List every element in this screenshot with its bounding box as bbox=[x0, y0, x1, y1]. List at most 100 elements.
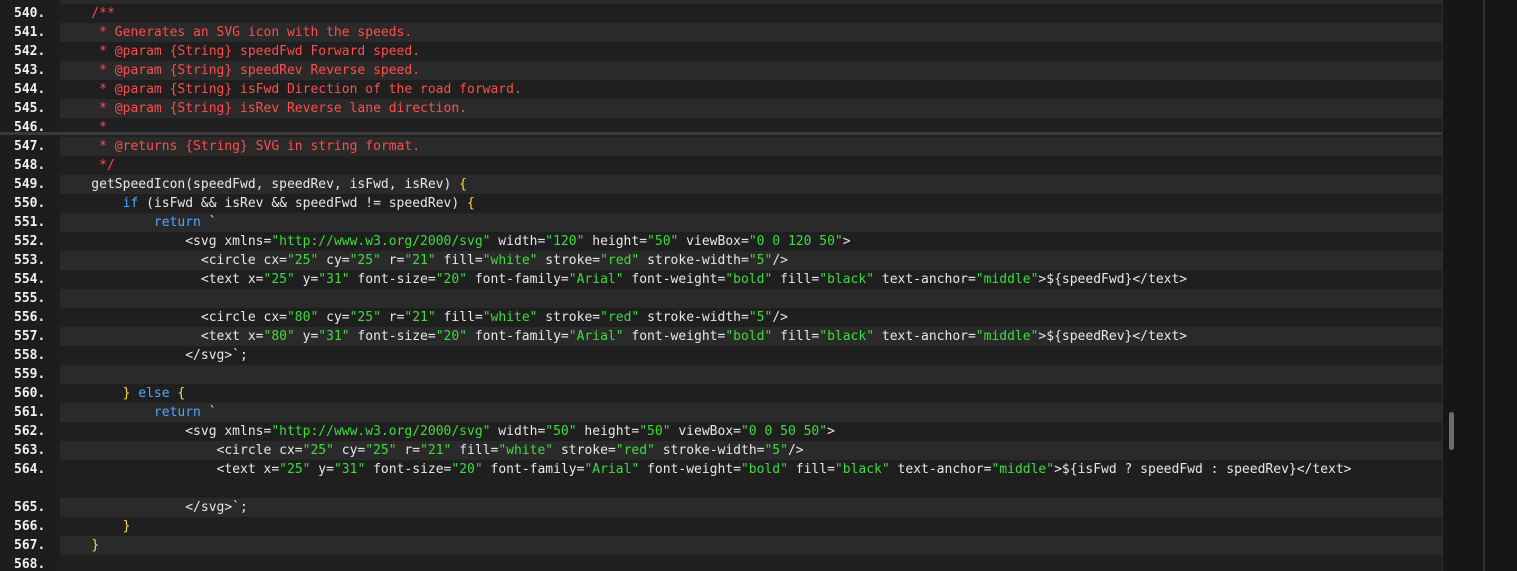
code-line[interactable]: 562. <svg xmlns="http://www.w3.org/2000/… bbox=[0, 422, 1442, 441]
code-token: return bbox=[153, 405, 201, 420]
code-token: (isFwd && isRev && speedFwd != speedRev) bbox=[138, 196, 468, 211]
line-number: 554. bbox=[0, 270, 60, 289]
code-line[interactable]: 566. } bbox=[0, 517, 1442, 536]
code-line[interactable]: 554. <text x="25" y="31" font-size="20" … bbox=[0, 270, 1442, 289]
code-line[interactable]: 542. * @param {String} speedFwd Forward … bbox=[0, 42, 1442, 61]
code-token: * Generates an SVG icon with the speeds. bbox=[60, 25, 413, 40]
line-number: 557. bbox=[0, 327, 60, 346]
code-token: getSpeedIcon(speedFwd, speedRev, isFwd, … bbox=[60, 177, 460, 192]
line-code bbox=[60, 365, 1442, 384]
line-number: 558. bbox=[0, 346, 60, 365]
code-editor[interactable]: 539. 540. /**541. * Generates an SVG ico… bbox=[0, 0, 1442, 571]
code-line[interactable]: 550. if (isFwd && isRev && speedFwd != s… bbox=[0, 194, 1442, 213]
code-line[interactable]: 559. bbox=[0, 365, 1442, 384]
code-token: "80" bbox=[286, 310, 319, 325]
code-line[interactable]: 564. <text x="25" y="31" font-size="20" … bbox=[0, 460, 1442, 498]
code-token: fill= bbox=[772, 272, 820, 287]
code-line[interactable]: 560. } else { bbox=[0, 384, 1442, 403]
code-token: "20" bbox=[435, 272, 468, 287]
code-token: "middle" bbox=[975, 329, 1039, 344]
code-token: <svg xmlns= bbox=[60, 234, 272, 249]
code-token: "white" bbox=[498, 443, 554, 458]
code-token: /> bbox=[772, 253, 788, 268]
code-line[interactable]: 556. <circle cx="80" cy="25" r="21" fill… bbox=[0, 308, 1442, 327]
code-token: { bbox=[459, 177, 467, 192]
code-token: "black" bbox=[819, 329, 875, 344]
code-line[interactable]: 545. * @param {String} isRev Reverse lan… bbox=[0, 99, 1442, 118]
code-line[interactable]: 544. * @param {String} isFwd Direction o… bbox=[0, 80, 1442, 99]
code-token: stroke-width= bbox=[654, 443, 765, 458]
code-token: font-size= bbox=[365, 462, 452, 477]
code-line[interactable]: 549. getSpeedIcon(speedFwd, speedRev, is… bbox=[0, 175, 1442, 194]
code-token: y= bbox=[294, 272, 319, 287]
line-number: 562. bbox=[0, 422, 60, 441]
line-code: </svg>`; bbox=[60, 498, 1442, 517]
line-number: 567. bbox=[0, 536, 60, 555]
code-token: return bbox=[153, 215, 201, 230]
code-token: ` bbox=[200, 215, 217, 230]
line-number: 543. bbox=[0, 61, 60, 80]
code-token: "Arial" bbox=[584, 462, 640, 477]
code-line[interactable]: 551. return ` bbox=[0, 213, 1442, 232]
code-line[interactable]: 547. * @returns {String} SVG in string f… bbox=[0, 137, 1442, 156]
code-token: fill= bbox=[451, 443, 499, 458]
code-line[interactable]: 568. bbox=[0, 555, 1442, 571]
overlay-strip bbox=[0, 132, 1442, 135]
code-line[interactable]: 565. </svg>`; bbox=[0, 498, 1442, 517]
code-token: * @param {String} isFwd Direction of the… bbox=[60, 82, 522, 97]
code-token: "31" bbox=[333, 462, 366, 477]
code-line[interactable]: 561. return ` bbox=[0, 403, 1442, 422]
code-token: "http://www.w3.org/2000/svg" bbox=[271, 234, 491, 249]
code-token: "20" bbox=[451, 462, 483, 477]
line-code: * @returns {String} SVG in string format… bbox=[60, 137, 1442, 156]
code-line[interactable]: 558. </svg>`; bbox=[0, 346, 1442, 365]
line-code: <svg xmlns="http://www.w3.org/2000/svg" … bbox=[60, 422, 1442, 441]
code-token: font-weight= bbox=[639, 462, 741, 477]
vertical-scrollbar[interactable] bbox=[1442, 0, 1461, 571]
code-token: "white" bbox=[482, 253, 538, 268]
code-token: stroke= bbox=[537, 253, 601, 268]
code-line[interactable]: 567. } bbox=[0, 536, 1442, 555]
code-token: <text x= bbox=[60, 462, 280, 477]
code-line[interactable]: 541. * Generates an SVG icon with the sp… bbox=[0, 23, 1442, 42]
line-code: <text x="25" y="31" font-size="20" font-… bbox=[60, 460, 1442, 498]
line-number: 549. bbox=[0, 175, 60, 194]
code-token: <text x= bbox=[60, 272, 264, 287]
line-number: 541. bbox=[0, 23, 60, 42]
code-line[interactable]: 552. <svg xmlns="http://www.w3.org/2000/… bbox=[0, 232, 1442, 251]
code-line[interactable]: 540. /** bbox=[0, 4, 1442, 23]
line-code: </svg>`; bbox=[60, 346, 1442, 365]
code-line[interactable]: 557. <text x="80" y="31" font-size="20" … bbox=[0, 327, 1442, 346]
code-token: "Arial" bbox=[568, 272, 624, 287]
line-code: /** bbox=[60, 4, 1442, 23]
code-token: font-family= bbox=[467, 272, 569, 287]
code-token: "50" bbox=[647, 234, 679, 249]
code-token: else bbox=[138, 386, 170, 401]
scroll-thumb[interactable] bbox=[1449, 412, 1454, 450]
code-token: font-family= bbox=[467, 329, 569, 344]
code-token: fill= bbox=[787, 462, 835, 477]
line-number: 550. bbox=[0, 194, 60, 213]
line-code: getSpeedIcon(speedFwd, speedRev, isFwd, … bbox=[60, 175, 1442, 194]
code-token: "red" bbox=[600, 253, 640, 268]
code-line[interactable]: 555. bbox=[0, 289, 1442, 308]
code-token: </svg>`; bbox=[60, 500, 248, 515]
code-line[interactable]: 563. <circle cx="25" cy="25" r="21" fill… bbox=[0, 441, 1442, 460]
code-line[interactable]: 548. */ bbox=[0, 156, 1442, 175]
code-line[interactable]: 553. <circle cx="25" cy="25" r="21" fill… bbox=[0, 251, 1442, 270]
code-token: "50" bbox=[639, 424, 671, 439]
line-number: 563. bbox=[0, 441, 60, 460]
code-token: "25" bbox=[302, 443, 334, 458]
code-token: "http://www.w3.org/2000/svg" bbox=[271, 424, 491, 439]
code-token: font-size= bbox=[349, 329, 436, 344]
code-token: "21" bbox=[404, 253, 436, 268]
line-code: } else { bbox=[60, 384, 1442, 403]
line-code: * @param {String} isRev Reverse lane dir… bbox=[60, 99, 1442, 118]
code-line[interactable]: 543. * @param {String} speedRev Reverse … bbox=[0, 61, 1442, 80]
code-token: <circle cx= bbox=[60, 253, 287, 268]
line-code: <text x="80" y="31" font-size="20" font-… bbox=[60, 327, 1442, 346]
code-token: if bbox=[122, 196, 139, 211]
